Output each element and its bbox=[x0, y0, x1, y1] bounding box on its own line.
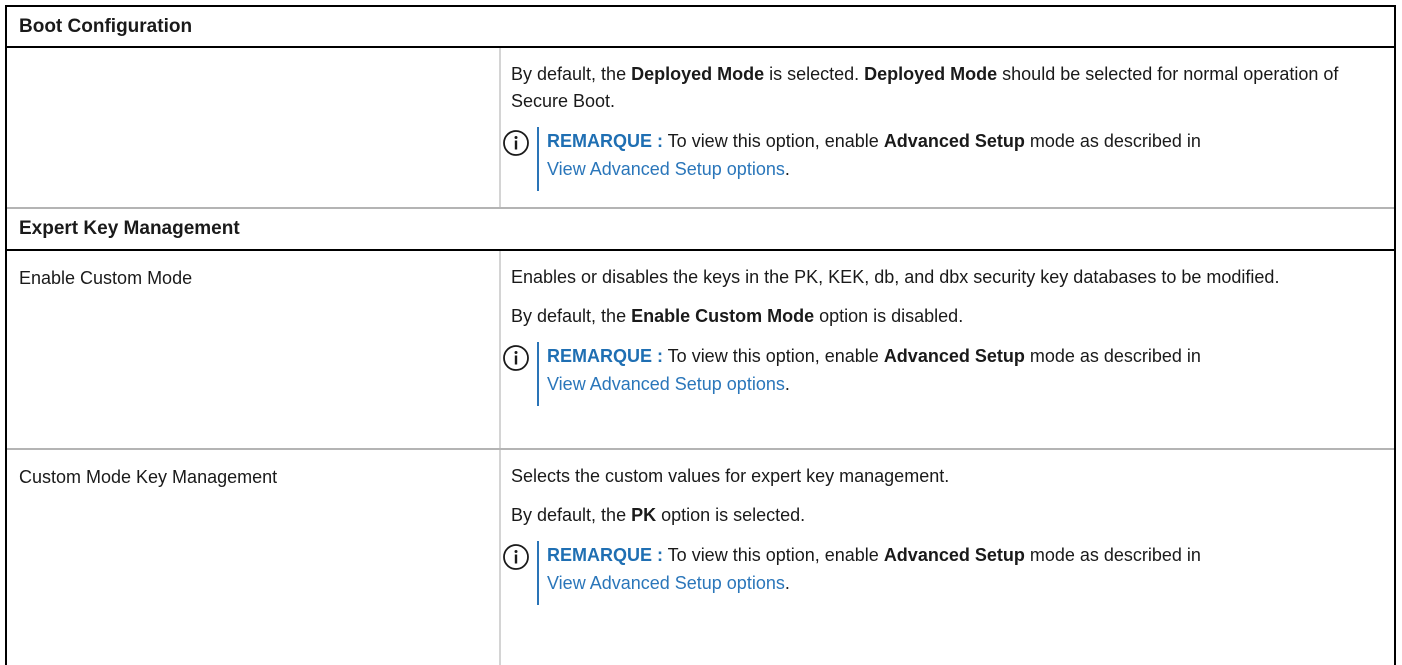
bold-term: Advanced Setup bbox=[883, 131, 1025, 151]
description-paragraph: By default, the PK option is selected. bbox=[511, 502, 1380, 529]
text-run: By default, the bbox=[511, 306, 632, 326]
note-text: REMARQUE : To view this option, enable A… bbox=[547, 541, 1380, 605]
note-label: REMARQUE : bbox=[547, 545, 663, 565]
note-bar bbox=[537, 342, 539, 406]
bold-term: Advanced Setup bbox=[883, 545, 1025, 565]
option-name: Custom Mode Key Management bbox=[19, 467, 278, 487]
text-run: By default, the bbox=[511, 505, 632, 525]
text-run: mode as described in bbox=[1024, 131, 1201, 151]
view-advanced-setup-link[interactable]: View Advanced Setup options bbox=[547, 374, 785, 394]
section-header-boot-configuration: Boot Configuration bbox=[7, 7, 1394, 48]
table-row: Custom Mode Key Management Selects the c… bbox=[7, 450, 1394, 665]
section-header-expert-key-management: Expert Key Management bbox=[7, 209, 1394, 251]
table-row: By default, the Deployed Mode is selecte… bbox=[7, 48, 1394, 209]
description-paragraph: Enables or disables the keys in the PK, … bbox=[511, 267, 1280, 287]
bold-term: PK bbox=[631, 505, 657, 525]
text-run: To view this option, enable bbox=[663, 131, 884, 151]
view-advanced-setup-link[interactable]: View Advanced Setup options bbox=[547, 159, 785, 179]
bold-term: Enable Custom Mode bbox=[631, 306, 815, 326]
bold-term: Deployed Mode bbox=[631, 64, 765, 84]
text-run: To view this option, enable bbox=[663, 545, 884, 565]
text-run: option is disabled. bbox=[814, 306, 964, 326]
text-run: mode as described in bbox=[1024, 545, 1201, 565]
text-run: . bbox=[784, 374, 790, 394]
section-title: Boot Configuration bbox=[19, 15, 193, 37]
text-run: By default, the bbox=[511, 64, 632, 84]
note-text: REMARQUE : To view this option, enable A… bbox=[547, 127, 1380, 191]
description-paragraph: By default, the Enable Custom Mode optio… bbox=[511, 303, 1380, 330]
option-name-cell: Enable Custom Mode bbox=[7, 251, 501, 448]
note-label: REMARQUE : bbox=[547, 346, 663, 366]
note-label: REMARQUE : bbox=[547, 131, 663, 151]
info-icon bbox=[503, 544, 529, 570]
table-row: Enable Custom Mode Enables or disables t… bbox=[7, 251, 1394, 450]
note-bar bbox=[537, 127, 539, 191]
note-box: REMARQUE : To view this option, enable A… bbox=[501, 541, 1380, 605]
option-description-cell: Enables or disables the keys in the PK, … bbox=[501, 251, 1394, 448]
option-name-cell bbox=[7, 48, 501, 207]
text-run: To view this option, enable bbox=[663, 346, 884, 366]
text-run: option is selected. bbox=[656, 505, 806, 525]
bios-options-table: Boot Configuration By default, the Deplo… bbox=[5, 5, 1396, 665]
option-name-cell: Custom Mode Key Management bbox=[7, 450, 501, 665]
info-icon bbox=[503, 130, 529, 156]
text-run: mode as described in bbox=[1024, 346, 1201, 366]
bold-term: Deployed Mode bbox=[864, 64, 998, 84]
text-run: . bbox=[784, 159, 790, 179]
note-bar bbox=[537, 541, 539, 605]
option-name: Enable Custom Mode bbox=[19, 268, 193, 288]
note-text: REMARQUE : To view this option, enable A… bbox=[547, 342, 1380, 406]
bold-term: Advanced Setup bbox=[883, 346, 1025, 366]
note-box: REMARQUE : To view this option, enable A… bbox=[501, 342, 1380, 406]
option-description-cell: Selects the custom values for expert key… bbox=[501, 450, 1394, 665]
option-description-cell: By default, the Deployed Mode is selecte… bbox=[501, 48, 1394, 207]
text-run: . bbox=[784, 573, 790, 593]
description-paragraph: Selects the custom values for expert key… bbox=[511, 466, 950, 486]
section-title: Expert Key Management bbox=[19, 218, 240, 239]
info-icon bbox=[503, 345, 529, 371]
text-run: is selected. bbox=[764, 64, 865, 84]
description-paragraph: By default, the Deployed Mode is selecte… bbox=[511, 61, 1380, 115]
note-box: REMARQUE : To view this option, enable A… bbox=[501, 127, 1380, 191]
view-advanced-setup-link[interactable]: View Advanced Setup options bbox=[547, 573, 785, 593]
